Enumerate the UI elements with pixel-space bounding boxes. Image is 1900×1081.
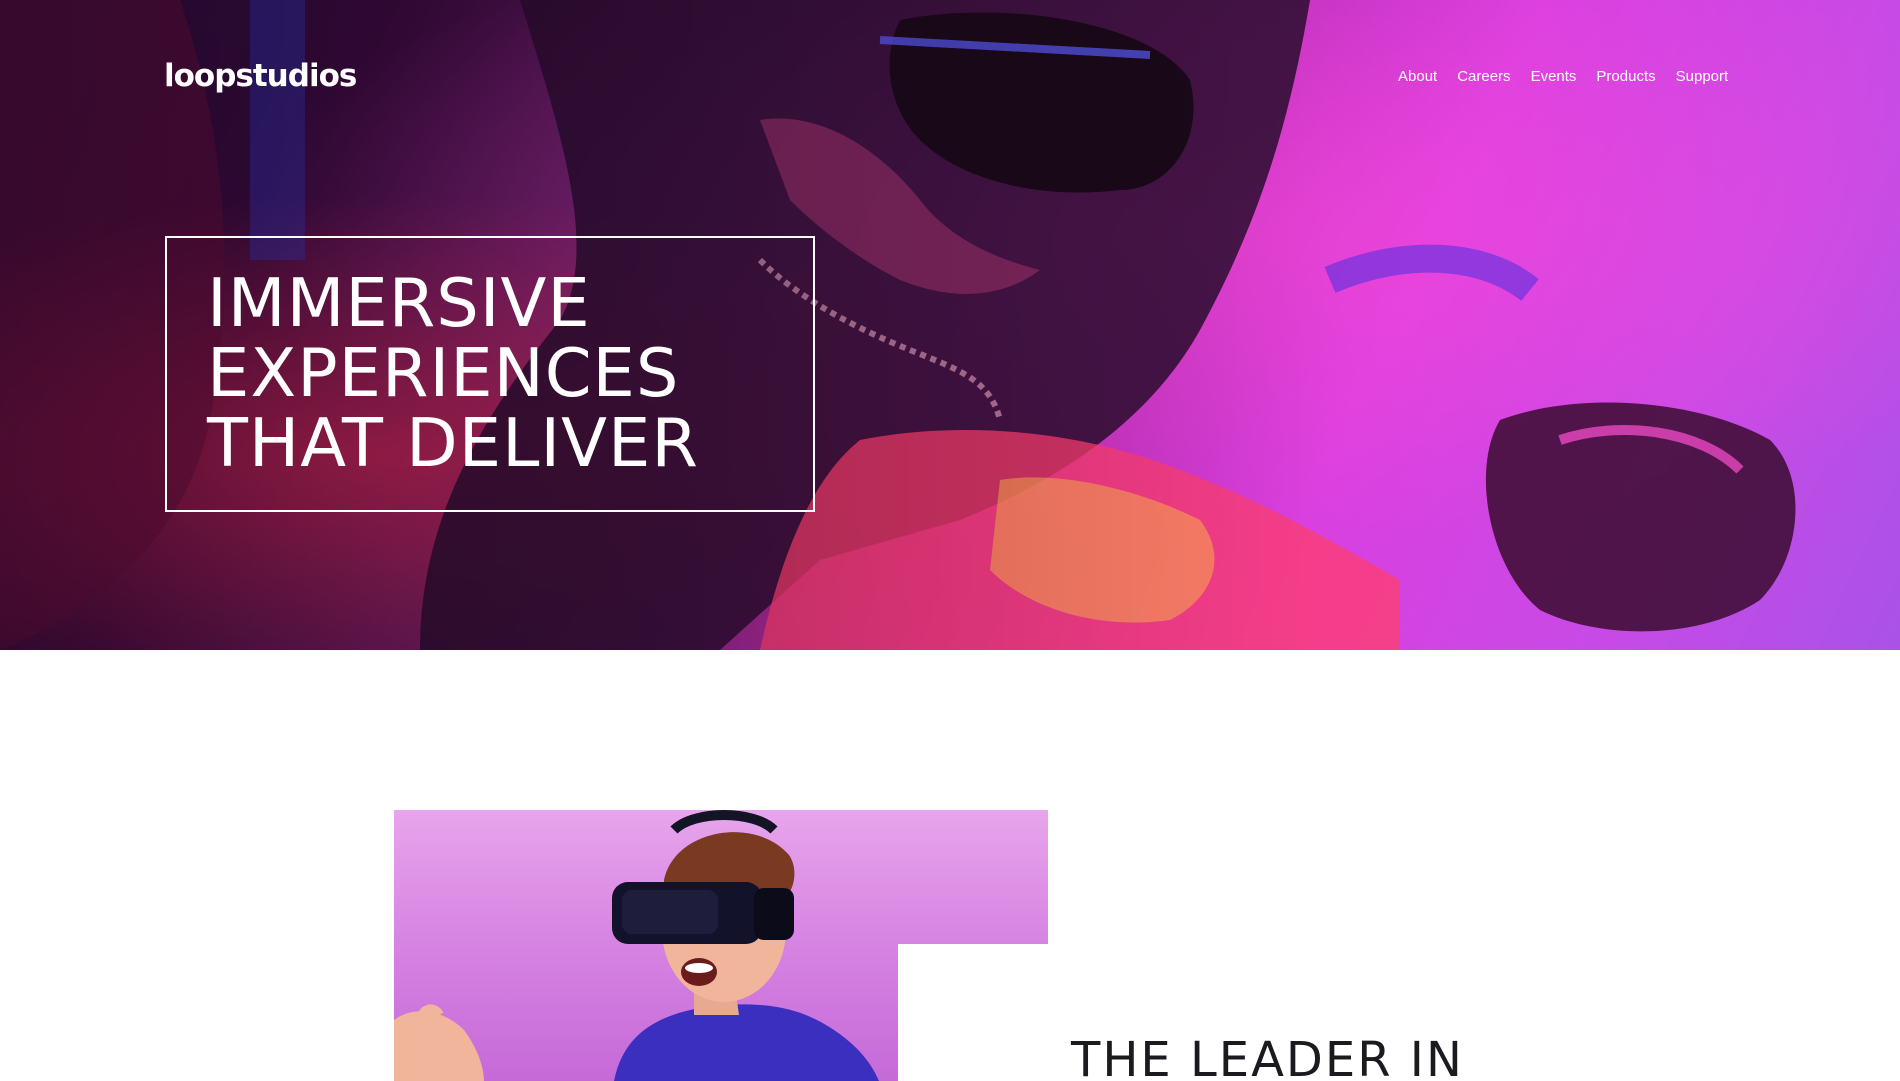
nav-link-careers[interactable]: Careers — [1457, 68, 1510, 85]
nav-link-support[interactable]: Support — [1676, 68, 1729, 85]
intro-heading: THE LEADER IN — [1071, 1032, 1464, 1081]
nav-link-products[interactable]: Products — [1596, 68, 1655, 85]
intro-heading-line-1: THE LEADER IN — [1071, 1032, 1464, 1081]
main-nav: About Careers Events Products Support — [1398, 68, 1728, 85]
page: loopstudios About Careers Events Product… — [0, 0, 1900, 1081]
hero-title-line-2: EXPERIENCES — [207, 334, 680, 412]
hero-headline-box: IMMERSIVE EXPERIENCES THAT DELIVER — [165, 236, 815, 512]
nav-link-events[interactable]: Events — [1531, 68, 1577, 85]
hero-title-line-1: IMMERSIVE — [207, 264, 591, 342]
hero-title-line-3: THAT DELIVER — [207, 404, 699, 482]
site-logo[interactable]: loopstudios — [164, 58, 357, 94]
hero-title: IMMERSIVE EXPERIENCES THAT DELIVER — [207, 268, 773, 478]
hero-section: loopstudios About Careers Events Product… — [0, 0, 1900, 650]
nav-link-about[interactable]: About — [1398, 68, 1437, 85]
